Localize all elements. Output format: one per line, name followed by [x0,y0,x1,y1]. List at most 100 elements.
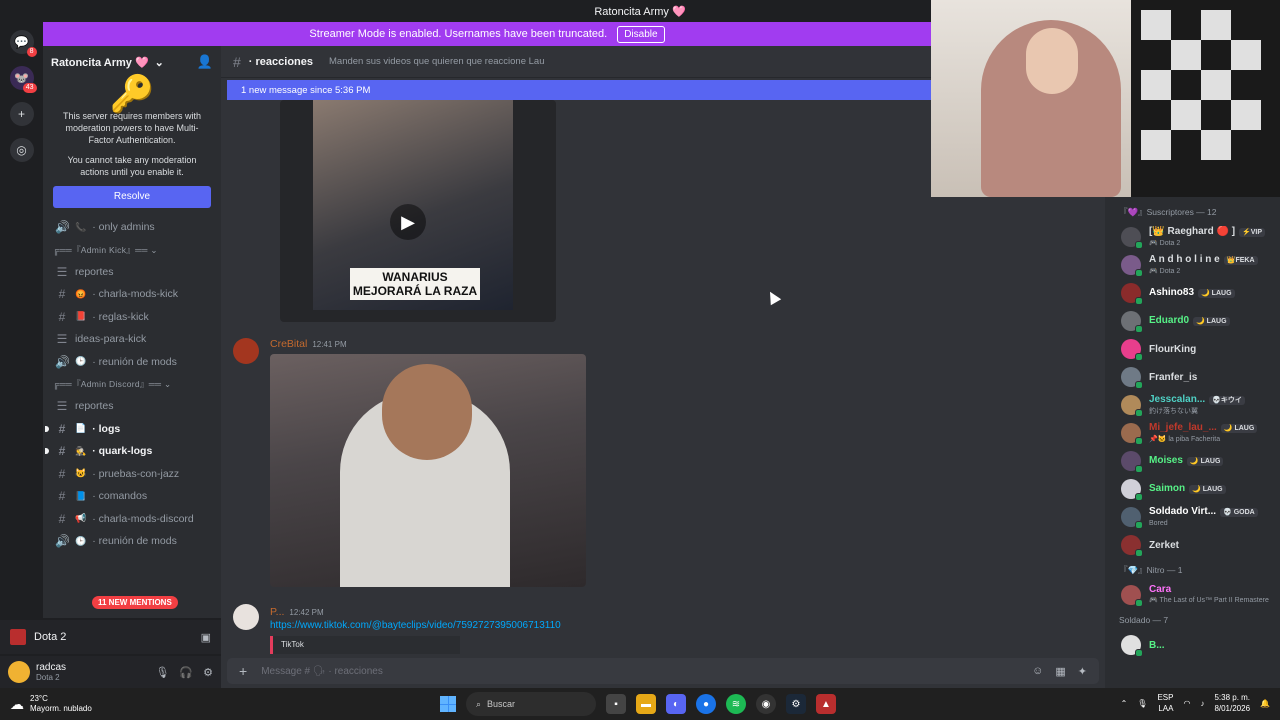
channel-item[interactable]: # 📕 · reglas-kick [49,306,215,329]
channel-name: · reglas-kick [92,310,149,323]
invite-people-icon[interactable]: 👤 [197,54,213,70]
chevron-up-icon[interactable]: ⌃ [1121,699,1128,708]
channel-emoji: 📢 [75,513,87,524]
channel-item[interactable]: # 📄 · logs [45,418,215,441]
member-item[interactable]: Ashino83 🌙 LAUG [1105,279,1280,307]
channel-item[interactable]: # 😡 · charla-mods-kick [49,283,215,306]
avatar [1121,395,1143,417]
microphone-icon[interactable]: 🎙 [155,666,169,679]
new-messages-bar[interactable]: 1 new message since 5:36 PM [227,80,931,100]
member-name: FlourKing [1149,343,1197,355]
screen-share-icon[interactable]: ▣ [201,631,211,644]
member-item[interactable]: B... [1105,631,1280,659]
member-item[interactable]: Mi_jefe_lau_... 🌙 LAUG 📌🐱 la piba Facherit… [1105,419,1280,447]
member-item[interactable]: Moises 🌙 LAUG [1105,447,1280,475]
microphone-tray-icon[interactable]: 🎙 [1137,699,1147,708]
channel-item[interactable]: # 📢 · charla-mods-discord [49,508,215,531]
notification-icon[interactable]: 🔔 [1260,699,1270,708]
channel-item[interactable]: 🔊 🕒 · reunión de mods [49,351,215,374]
member-list: 『💜』Suscriptores — 12 [👑 Raeghard 🔴 ] ⚡VIP 🎮… [1105,197,1280,688]
member-item[interactable]: Jesscalan... 💀キウイ 釣け落ちない翼 [1105,391,1280,419]
gif-icon[interactable]: ▦ [1055,665,1065,678]
server-icon[interactable]: 🐭 43 [9,66,37,93]
speaker-icon: 🔊 [55,220,70,235]
message-link[interactable]: https://www.tiktok.com/@bayteclips/video… [270,620,561,631]
channel-item[interactable]: # 📘 · comandos [49,485,215,508]
channel-item[interactable]: ☰ ideas-para-kick [49,328,215,351]
clock[interactable]: 5:38 p. m. 8/01/2026 [1214,692,1250,714]
message-input[interactable]: Message # 🗣 · reacciones [261,666,1018,677]
steam-icon[interactable]: ⚙ [786,694,806,714]
new-mentions-pill[interactable]: 11 NEW MENTIONS [92,596,178,609]
channel-emoji: 🕵 [75,445,87,456]
emoji-icon[interactable]: ☺ [1032,665,1043,678]
disable-streamer-mode-button[interactable]: Disable [617,25,665,43]
avatar[interactable] [233,604,259,630]
add-attachment-icon[interactable]: + [239,663,247,679]
avatar [1121,507,1143,529]
member-name: Moises [1149,455,1183,466]
member-name: A n d h o l i n e [1149,253,1220,265]
channel-emoji: 🕒 [75,356,87,367]
channel-category[interactable]: ╔══『Admin Kick』══ ⌄ [49,239,215,261]
member-item[interactable]: Soldado Virt... 💀 GODA Bored [1105,503,1280,531]
spotify-icon[interactable]: ≋ [726,694,746,714]
weather-widget[interactable]: ☁ 23°C Mayorm. nublado [0,694,220,714]
member-item[interactable]: Zerket [1105,531,1280,559]
member-item[interactable]: Franfer_is [1105,363,1280,391]
channel-item[interactable]: 🔊 🕒 · reunión de mods [49,530,215,553]
channel-name: · reunión de mods [92,535,177,548]
avatar[interactable] [8,661,30,683]
file-explorer-icon[interactable]: ▬ [636,694,656,714]
member-item[interactable]: [👑 Raeghard 🔴 ] ⚡VIP 🎮 Dota 2 [1105,223,1280,251]
avatar [1121,585,1143,607]
image-attachment[interactable] [270,354,586,587]
message-timestamp: 12:41 PM [312,340,347,349]
windows-start-icon[interactable] [440,696,456,712]
message-author[interactable]: CreBital [270,338,307,350]
apps-icon[interactable]: ✦ [1078,665,1087,678]
message-author[interactable]: P... [270,606,284,618]
member-name: Jesscalan... [1149,393,1206,405]
discover-icon[interactable]: ◎ [9,138,34,162]
headphones-icon[interactable]: 🎧 [179,666,193,679]
member-item[interactable]: Eduard0 🌙 LAUG [1105,307,1280,335]
member-item[interactable]: FlourKing [1105,335,1280,363]
chrome-icon[interactable]: ● [696,694,716,714]
role-tag: 💀キウイ [1209,395,1245,405]
channel-item[interactable]: # 🕵 · quark-logs [45,440,215,463]
hash-icon: # [58,444,66,459]
wifi-icon[interactable]: ◠ [1183,699,1190,708]
volume-icon[interactable]: ♪ [1200,699,1204,708]
channel-item[interactable]: ☰ reportes [49,261,215,284]
dota-taskbar-icon[interactable]: ▲ [816,694,836,714]
avatar[interactable] [233,338,259,364]
keyboard-layout: LAA [1158,704,1174,713]
avatar [1121,255,1143,277]
member-item[interactable]: A n d h o l i n e 👑FEKA 🎮 Dota 2 [1105,251,1280,279]
member-item[interactable]: Saimon 🌙 LAUG [1105,475,1280,503]
video-embed[interactable]: ▶ WANARIUS MEJORARÁ LA RAZA [280,100,556,322]
forum-icon: ☰ [56,264,68,279]
obs-icon[interactable]: ◉ [756,694,776,714]
resolve-button[interactable]: Resolve [53,186,211,208]
video-caption: WANARIUS MEJORARÁ LA RAZA [350,268,480,300]
language-indicator[interactable]: ESP LAA [1157,692,1173,714]
member-status: 🎮 Dota 2 [1149,267,1181,275]
discord-icon[interactable]: ◐ [666,694,686,714]
channel-item[interactable]: ☰ reportes [49,395,215,418]
clock-time: 5:38 p. m. [1214,693,1251,702]
streamer-face [1026,28,1078,94]
gear-icon[interactable]: ⚙ [203,666,213,679]
direct-messages-icon[interactable]: 💬 8 [9,30,37,57]
channel-item[interactable]: # 😺 · pruebas-con-jazz [49,463,215,486]
task-view-icon[interactable]: ▪ [606,694,626,714]
add-server-icon[interactable]: + [9,102,34,126]
play-icon[interactable]: ▶ [390,204,426,240]
link-embed[interactable]: TikTok [270,636,460,654]
taskbar-search[interactable]: ⌕ Buscar [466,692,596,716]
dm-badge: 8 [26,47,37,57]
member-item[interactable]: Cara 🎮 The Last of Us™ Part II Remastere [1105,581,1280,609]
channel-category[interactable]: ╔══『Admin Discord』══ ⌄ [49,373,215,395]
channel-item[interactable]: 🔊 📞 · only admins [49,216,215,239]
